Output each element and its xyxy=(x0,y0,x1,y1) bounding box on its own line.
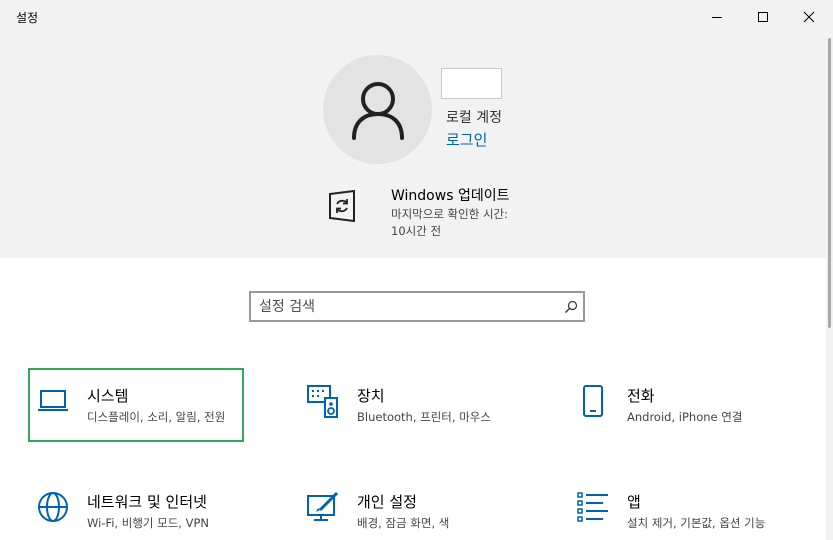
category-system[interactable]: 시스템 디스플레이, 소리, 알림, 전원 xyxy=(28,368,244,442)
globe-icon xyxy=(38,492,68,522)
category-description: Wi-Fi, 비행기 모드, VPN xyxy=(87,516,210,530)
category-name: 네트워크 및 인터넷 xyxy=(87,493,207,511)
close-icon xyxy=(803,11,815,23)
category-phone[interactable]: 전화 Android, iPhone 연결 xyxy=(568,368,784,442)
phone-icon xyxy=(583,385,603,417)
laptop-icon xyxy=(38,390,68,411)
personalization-icon xyxy=(307,491,339,521)
category-description: 배경, 잠금 화면, 색 xyxy=(357,516,450,530)
settings-header: 로컬 계정 로그인 Windows 업데이트 마지막으로 확인한 시간: 10시… xyxy=(0,34,826,258)
maximize-button[interactable] xyxy=(740,0,786,34)
window-title: 설정 xyxy=(16,11,39,25)
category-description: Android, iPhone 연결 xyxy=(627,410,743,424)
search-icon[interactable] xyxy=(564,300,578,314)
category-name: 개인 설정 xyxy=(357,493,417,511)
devices-icon xyxy=(307,385,338,418)
apps-list-icon xyxy=(577,492,608,522)
avatar[interactable] xyxy=(323,55,432,164)
category-name: 시스템 xyxy=(87,387,129,405)
windows-update-button[interactable] xyxy=(327,189,357,223)
account-type-label: 로컬 계정 xyxy=(446,110,502,126)
search-input[interactable] xyxy=(259,296,549,318)
category-name: 장치 xyxy=(357,387,385,405)
category-description: 설치 제거, 기본값, 옵션 기능 xyxy=(627,516,766,530)
update-title[interactable]: Windows 업데이트 xyxy=(391,185,509,205)
maximize-icon xyxy=(758,12,768,22)
scrollbar-thumb[interactable] xyxy=(828,38,831,328)
login-link[interactable]: 로그인 xyxy=(446,129,487,150)
category-description: Bluetooth, 프린터, 마우스 xyxy=(357,410,491,424)
close-button[interactable] xyxy=(786,0,832,34)
category-network[interactable]: 네트워크 및 인터넷 Wi-Fi, 비행기 모드, VPN xyxy=(28,474,244,540)
category-devices[interactable]: 장치 Bluetooth, 프린터, 마우스 xyxy=(298,368,514,442)
category-description: 디스플레이, 소리, 알림, 전원 xyxy=(87,410,226,424)
title-bar: 설정 xyxy=(0,0,833,34)
search-box[interactable] xyxy=(249,291,585,322)
windows-update-icon xyxy=(329,189,355,223)
category-name: 전화 xyxy=(627,387,655,405)
update-description: 마지막으로 확인한 시간: 10시간 전 xyxy=(391,207,508,238)
category-name: 앱 xyxy=(627,493,641,511)
user-icon xyxy=(351,81,404,140)
account-name-box xyxy=(441,68,502,99)
minimize-button[interactable] xyxy=(694,0,740,34)
minimize-icon xyxy=(712,17,722,18)
scrollbar[interactable] xyxy=(826,34,833,540)
category-personalization[interactable]: 개인 설정 배경, 잠금 화면, 색 xyxy=(298,474,514,540)
category-apps[interactable]: 앱 설치 제거, 기본값, 옵션 기능 xyxy=(568,474,784,540)
